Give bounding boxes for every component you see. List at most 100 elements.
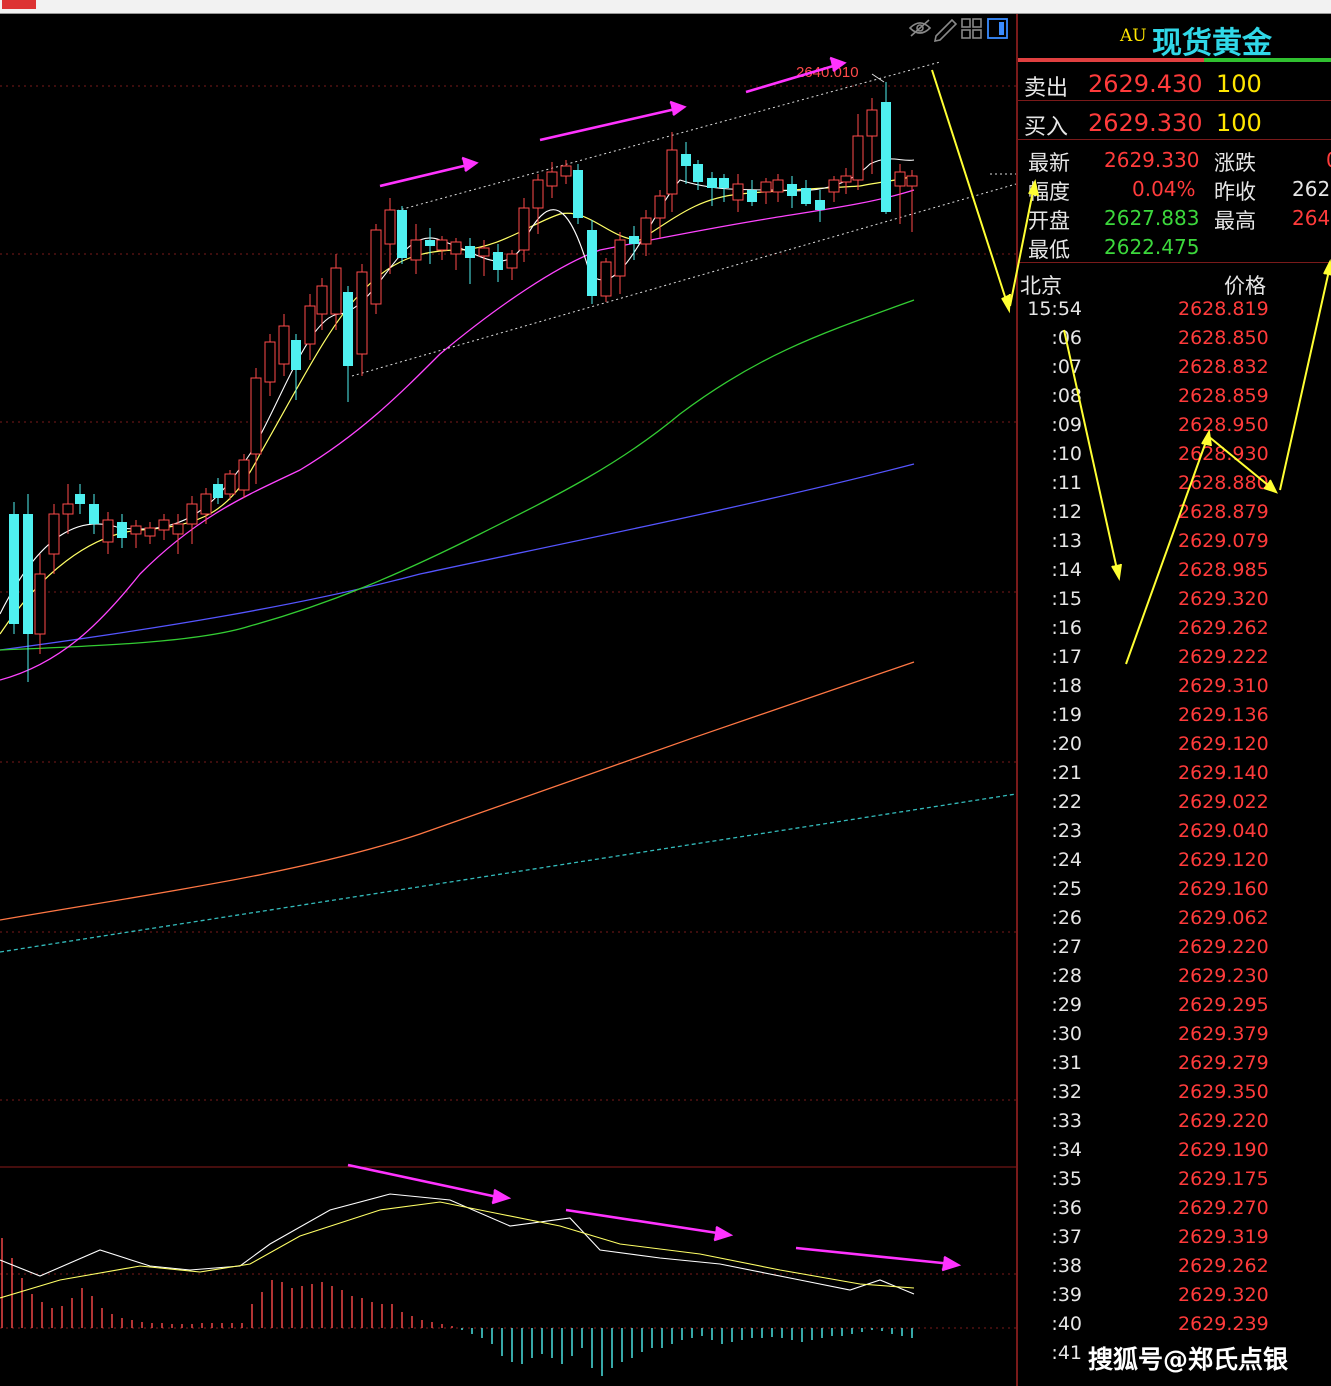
time-header: 北京	[1020, 274, 1062, 298]
tick-price: 2629.295	[1178, 994, 1269, 1016]
tick-time: :13	[1051, 530, 1082, 552]
candle-body	[343, 292, 353, 366]
candle-body	[158, 519, 170, 531]
candle-body	[410, 239, 422, 261]
tick-row: :09 2628.950	[1018, 414, 1331, 443]
tick-row: :39 2629.320	[1018, 1284, 1331, 1313]
tick-price: 2629.160	[1178, 878, 1269, 900]
candle-body	[852, 135, 864, 181]
candle-body	[291, 340, 301, 370]
candle-body	[213, 484, 223, 498]
candle-body	[316, 285, 328, 315]
tick-time: :31	[1051, 1052, 1082, 1074]
tick-time: :23	[1051, 820, 1082, 842]
tick-row: :25 2629.160	[1018, 878, 1331, 907]
tick-row: :08 2628.859	[1018, 385, 1331, 414]
buy-volume: 100	[1216, 109, 1262, 137]
candle-body	[573, 170, 583, 218]
tick-row: :19 2629.136	[1018, 704, 1331, 733]
candle-body	[787, 184, 797, 196]
tick-time: 15:54	[1027, 298, 1082, 320]
tick-price: 2628.930	[1178, 443, 1269, 465]
divider	[1018, 139, 1331, 140]
sell-price: 2629.430	[1088, 70, 1203, 98]
candle-body	[264, 341, 276, 383]
tick-time: :18	[1051, 675, 1082, 697]
tick-time: :07	[1051, 356, 1082, 378]
candle-body	[666, 149, 678, 195]
tick-price: 2629.190	[1178, 1139, 1269, 1161]
candle-body	[465, 246, 475, 258]
tick-row: :33 2629.220	[1018, 1110, 1331, 1139]
tick-price: 2629.222	[1178, 646, 1269, 668]
tick-time: :25	[1051, 878, 1082, 900]
candle-body	[614, 239, 626, 277]
tick-price: 2629.279	[1178, 1052, 1269, 1074]
tick-price: 2628.859	[1178, 385, 1269, 407]
tick-row: :27 2629.220	[1018, 936, 1331, 965]
candle-body	[560, 165, 572, 177]
tick-price: 2629.220	[1178, 936, 1269, 958]
candle-body	[693, 164, 703, 182]
candle-body	[75, 494, 85, 504]
tick-price: 2629.120	[1178, 849, 1269, 871]
instrument-name: 现货黄金	[1152, 26, 1272, 61]
candle-body	[356, 271, 368, 355]
tick-price: 2629.040	[1178, 820, 1269, 842]
amplitude-label: 幅度	[1028, 180, 1070, 204]
tick-price: 2629.310	[1178, 675, 1269, 697]
tick-row: :37 2629.319	[1018, 1226, 1331, 1255]
tick-price: 2628.879	[1178, 501, 1269, 523]
candle-body	[881, 102, 891, 212]
candle-body	[815, 200, 825, 210]
tick-price: 2629.140	[1178, 762, 1269, 784]
candle-body	[546, 171, 558, 187]
candle-body	[801, 188, 811, 204]
tick-time: :06	[1051, 327, 1082, 349]
tick-time: :22	[1051, 791, 1082, 813]
candle-body	[478, 247, 490, 257]
tick-price: 2629.319	[1178, 1226, 1269, 1248]
tick-time: :30	[1051, 1023, 1082, 1045]
tick-time: :21	[1051, 762, 1082, 784]
sell-label: 卖出	[1024, 76, 1069, 101]
tick-time: :27	[1051, 936, 1082, 958]
candle-body	[681, 154, 691, 166]
tick-time: :14	[1051, 559, 1082, 581]
tick-row: :38 2629.262	[1018, 1255, 1331, 1284]
tick-price: 2629.320	[1178, 1284, 1269, 1306]
candle-body	[23, 514, 33, 634]
candle-body	[370, 229, 382, 305]
tick-price: 2629.239	[1178, 1313, 1269, 1335]
tick-row: 15:54 2628.819	[1018, 298, 1331, 327]
tick-price: 2629.062	[1178, 907, 1269, 929]
latest-value: 2629.330	[1104, 148, 1200, 172]
candle-body	[89, 504, 99, 524]
tick-price: 2628.985	[1178, 559, 1269, 581]
tick-time: :11	[1051, 472, 1082, 494]
candle-body	[102, 519, 114, 543]
candle-body	[707, 178, 717, 188]
tick-row: :06 2628.850	[1018, 327, 1331, 356]
low-label: 最低	[1028, 238, 1070, 262]
candle-body	[640, 217, 652, 245]
sell-volume: 100	[1216, 70, 1262, 98]
panel-header-bar-red	[1018, 58, 1204, 62]
tick-row: :13 2629.079	[1018, 530, 1331, 559]
tick-time: :32	[1051, 1081, 1082, 1103]
open-value: 2627.883	[1104, 206, 1200, 230]
candle-body	[772, 179, 784, 193]
candle-body	[600, 261, 612, 297]
candle-body	[172, 523, 184, 535]
tick-price: 2628.819	[1178, 298, 1269, 320]
high-label: 最高	[1214, 209, 1256, 233]
tick-row: :23 2629.040	[1018, 820, 1331, 849]
tick-row: :36 2629.270	[1018, 1197, 1331, 1226]
candle-body	[506, 253, 518, 269]
tick-time: :24	[1051, 849, 1082, 871]
tick-price: 2629.320	[1178, 588, 1269, 610]
tick-row: :21 2629.140	[1018, 762, 1331, 791]
tick-time: :34	[1051, 1139, 1082, 1161]
tick-time: :15	[1051, 588, 1082, 610]
latest-label: 最新	[1028, 151, 1070, 175]
